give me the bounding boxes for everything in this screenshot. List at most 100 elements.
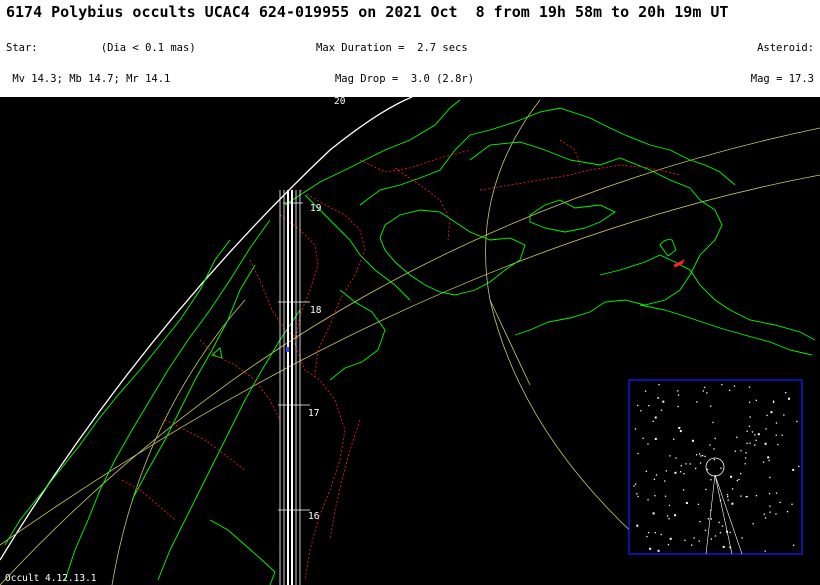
star-dot: [775, 513, 777, 515]
star-dot: [755, 399, 757, 401]
observer-marker: [286, 347, 289, 352]
asteroid-line: Mag = 17.3: [750, 73, 814, 86]
star-dot: [788, 397, 790, 400]
star-dot: [665, 470, 667, 472]
star-dot: [768, 492, 771, 495]
star-dot: [741, 537, 743, 539]
occultation-map: [0, 97, 820, 585]
star-dot: [668, 518, 670, 520]
star-dot: [710, 405, 712, 407]
star-dot: [693, 537, 695, 539]
star-dot: [769, 505, 771, 507]
star-dot: [636, 493, 638, 495]
star-line: Star: (Dia < 0.1 mas): [6, 41, 196, 54]
time-label: 20: [334, 96, 346, 107]
star-dot: [768, 459, 770, 462]
asteroid-line: Asteroid:: [757, 41, 814, 54]
star-dot: [683, 473, 685, 475]
borders: [121, 139, 681, 581]
star-dot: [775, 492, 778, 494]
star-dot: [719, 532, 722, 534]
star-dot: [685, 463, 687, 465]
star-dot: [792, 468, 795, 471]
star-dot: [669, 455, 671, 457]
star-dot: [706, 392, 708, 394]
star-dot: [702, 390, 704, 392]
coastline-west-ridge: [64, 219, 271, 581]
star-dot: [680, 465, 682, 467]
star-dot: [714, 437, 716, 440]
star-dot: [704, 529, 707, 531]
star-dot: [654, 532, 656, 534]
star-dot: [745, 457, 747, 459]
star-dot: [674, 514, 677, 517]
star-dot: [664, 480, 666, 482]
star-dot: [729, 531, 731, 534]
time-label: 18: [310, 305, 322, 316]
star-dot: [770, 411, 773, 414]
event-line: Max Duration = 2.7 secs: [316, 41, 468, 54]
star-dot: [762, 461, 765, 463]
grid-line: [489, 299, 531, 386]
star-dot: [755, 439, 757, 441]
star-dot: [647, 443, 649, 445]
star-dot: [710, 518, 712, 520]
border-line: [121, 479, 176, 521]
coastline-lake: [659, 239, 677, 257]
star-dot: [710, 538, 712, 540]
coastline-north-cape: [284, 99, 461, 206]
star-dot: [722, 545, 725, 548]
star-dot: [714, 535, 717, 537]
star-dot: [640, 410, 642, 412]
star-dot: [769, 476, 771, 479]
star-dot: [673, 438, 675, 440]
star-dot: [699, 462, 702, 464]
star-dot: [647, 499, 649, 501]
star-dot: [648, 405, 650, 407]
star-dot: [660, 409, 663, 411]
star-dot: [698, 453, 701, 455]
star-dot: [684, 539, 686, 541]
prediction-header: 6174 Polybius occults UCAC4 624-019955 o…: [0, 0, 820, 241]
star-dot: [649, 547, 652, 550]
star-dot: [746, 495, 748, 498]
star-dot: [654, 495, 656, 497]
star-dot: [654, 416, 657, 419]
shadow-path: [278, 190, 310, 585]
border-line: [299, 189, 366, 376]
star-dot: [677, 390, 679, 392]
coastline-inlet: [529, 199, 616, 233]
star-dot: [634, 428, 637, 430]
star-dot: [707, 518, 709, 520]
star-dot: [727, 499, 729, 501]
star-dot: [752, 523, 754, 525]
star-dot: [721, 383, 723, 386]
coastline-southeast: [639, 304, 813, 356]
star-dot: [744, 463, 746, 465]
border-line: [479, 164, 681, 191]
star-dot: [730, 475, 733, 478]
star-dot: [764, 442, 767, 445]
star-dot: [646, 535, 648, 538]
star-dot: [637, 452, 639, 455]
star-dot: [695, 467, 697, 470]
star-dot: [731, 502, 734, 505]
star-dot: [754, 444, 756, 446]
star-dot: [748, 386, 751, 388]
star-dot: [654, 437, 657, 440]
coastline-west-ridge: [157, 309, 301, 581]
star-dot: [749, 416, 751, 418]
star-dot: [700, 455, 702, 457]
star-dot: [706, 468, 709, 471]
star-dot: [647, 531, 650, 534]
star-dot: [773, 400, 775, 402]
star-dot: [785, 392, 787, 394]
star-dot: [748, 425, 751, 427]
star-dot: [691, 544, 693, 546]
star-dot: [704, 455, 706, 458]
event-line: Mag Drop = 3.0 (2.8r): [316, 73, 475, 86]
star-dot: [664, 495, 667, 497]
star-dot: [765, 428, 767, 430]
star-dot: [736, 479, 738, 482]
star-dot: [635, 483, 637, 485]
